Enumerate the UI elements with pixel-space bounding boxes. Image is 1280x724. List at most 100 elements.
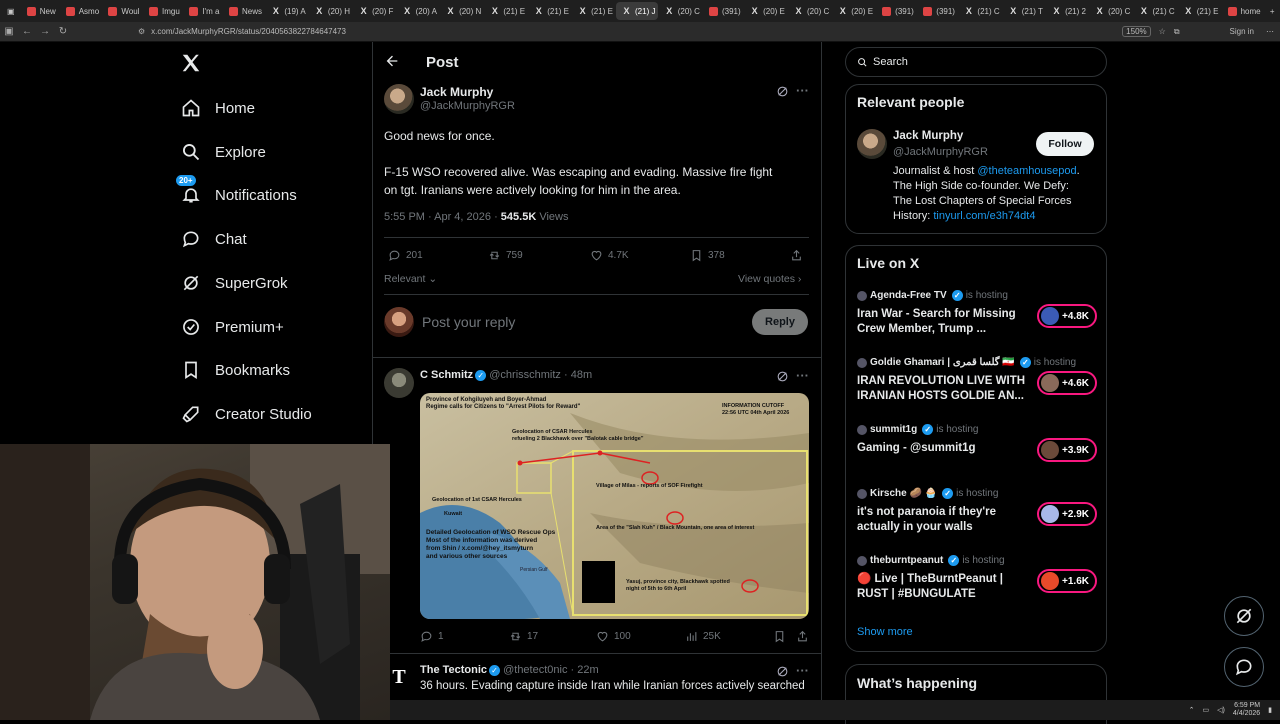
live-item[interactable]: Goldie Ghamari | گلسا قمری 🇮🇷 ✓ is hosting… bbox=[857, 357, 1097, 404]
nav-item-home[interactable]: Home bbox=[180, 92, 255, 124]
nav-item-notifications[interactable]: 20+ Notifications bbox=[176, 175, 297, 211]
like-action[interactable]: 4.7K bbox=[590, 249, 629, 262]
browser-tab[interactable]: home bbox=[1222, 2, 1263, 20]
person-handle[interactable]: @JackMurphyRGR bbox=[893, 146, 988, 158]
show-more-link[interactable]: Show more bbox=[857, 626, 913, 638]
more-options-icon[interactable]: ··· bbox=[796, 83, 809, 98]
back-arrow-icon[interactable] bbox=[384, 53, 400, 74]
nav-item-chat[interactable]: Chat bbox=[180, 223, 247, 255]
bio-url-link[interactable]: tinyurl.com/e3h74dt4 bbox=[933, 210, 1035, 222]
share-action[interactable] bbox=[790, 249, 803, 262]
follow-button[interactable]: Follow bbox=[1036, 132, 1094, 156]
site-info-icon[interactable]: ⚙ bbox=[138, 27, 145, 36]
reply-author-handle[interactable]: @thetect0nic bbox=[503, 664, 567, 676]
browser-tab[interactable]: X (21) E bbox=[1178, 2, 1221, 20]
tab-actions-icon[interactable]: ▣ bbox=[1, 2, 20, 20]
browser-tab[interactable]: X (20) C bbox=[659, 2, 702, 20]
post-timestamp[interactable]: 5:55 PM · Apr 4, 2026 · bbox=[384, 211, 501, 223]
grok-icon[interactable] bbox=[776, 370, 789, 388]
live-item[interactable]: summit1g ✓ is hosting Gaming - @summit1g +3.… bbox=[857, 424, 1097, 462]
author-handle[interactable]: @JackMurphyRGR bbox=[420, 100, 515, 112]
browser-tab[interactable]: X (20) C bbox=[788, 2, 831, 20]
author-avatar[interactable] bbox=[384, 84, 414, 114]
url-field[interactable]: x.com/JackMurphyRGR/status/2040563822784… bbox=[151, 27, 346, 36]
browser-tab[interactable]: X (20) C bbox=[1089, 2, 1132, 20]
reply-action[interactable]: 1 bbox=[420, 630, 444, 643]
reply-map-image[interactable]: Province of Kohgiluyeh and Boyer-Ahmad R… bbox=[420, 393, 809, 619]
reload-icon[interactable]: ↻ bbox=[54, 26, 72, 37]
browser-tab[interactable]: X (20) E bbox=[832, 2, 875, 20]
browser-tab[interactable]: X (21) E bbox=[484, 2, 527, 20]
browser-tab[interactable]: X (20) A bbox=[397, 2, 439, 20]
nav-item-creator-studio[interactable]: Creator Studio bbox=[180, 398, 312, 430]
repost-action[interactable]: 759 bbox=[488, 249, 523, 262]
reply-input[interactable]: Post your reply bbox=[422, 314, 515, 330]
notification-icon[interactable]: ▮ bbox=[1268, 706, 1272, 714]
search-input[interactable]: Search bbox=[845, 47, 1107, 77]
live-listener-badge[interactable]: +4.6K bbox=[1037, 371, 1097, 395]
x-logo-icon[interactable] bbox=[180, 52, 204, 76]
favorite-star-icon[interactable]: ☆ bbox=[1159, 27, 1166, 36]
clock[interactable]: 6:59 PM 4/4/2026 bbox=[1233, 702, 1260, 718]
reply-time[interactable]: · 22m bbox=[571, 664, 599, 676]
sort-dropdown[interactable]: Relevant ⌄ bbox=[384, 273, 437, 285]
user-avatar[interactable] bbox=[384, 307, 414, 337]
person-avatar[interactable] bbox=[857, 129, 887, 159]
browser-tab[interactable]: X (20) H bbox=[309, 2, 352, 20]
more-options-icon[interactable]: ··· bbox=[796, 368, 809, 383]
reply-time[interactable]: · 48m bbox=[564, 369, 592, 381]
browser-tab[interactable]: News bbox=[223, 2, 264, 20]
browser-tab[interactable]: Asmo bbox=[60, 2, 102, 20]
reply-avatar[interactable]: T bbox=[388, 666, 410, 688]
grok-icon[interactable] bbox=[776, 85, 789, 103]
browser-tab[interactable]: Imgu bbox=[143, 2, 182, 20]
bookmark-action[interactable]: 378 bbox=[690, 249, 725, 262]
extensions-icon[interactable]: ⋯ bbox=[1266, 27, 1274, 36]
browser-tab[interactable]: X (20) N bbox=[440, 2, 483, 20]
chevron-up-icon[interactable]: ⌃ bbox=[1189, 706, 1195, 714]
browser-tab[interactable]: X (21) E bbox=[528, 2, 571, 20]
live-listener-badge[interactable]: +4.8K bbox=[1037, 304, 1097, 328]
chat-floating-button[interactable] bbox=[1224, 647, 1264, 687]
bookmark-action[interactable] bbox=[773, 630, 786, 643]
zoom-level[interactable]: 150% bbox=[1122, 26, 1151, 37]
nav-item-supergrok[interactable]: SuperGrok bbox=[180, 267, 288, 299]
browser-tab[interactable]: X (21) T bbox=[1003, 2, 1045, 20]
views-action[interactable]: 25K bbox=[685, 630, 721, 643]
browser-tab[interactable]: Woul bbox=[102, 2, 142, 20]
bio-mention-link[interactable]: @theteamhousepod bbox=[977, 165, 1076, 177]
author-name[interactable]: Jack Murphy bbox=[420, 85, 493, 99]
collections-icon[interactable]: ⧉ bbox=[1174, 27, 1180, 37]
live-item[interactable]: theburntpeanut ✓ is hosting 🔴 Live | TheBur… bbox=[857, 555, 1097, 602]
browser-tab[interactable]: X (21) C bbox=[958, 2, 1001, 20]
browser-tab[interactable]: X (20) E bbox=[744, 2, 787, 20]
browser-tab[interactable]: X (21) 2 bbox=[1046, 2, 1088, 20]
browser-tab[interactable]: X (19) A bbox=[265, 2, 307, 20]
browser-tab[interactable]: I'm a bbox=[183, 2, 222, 20]
more-options-icon[interactable]: ··· bbox=[796, 663, 809, 678]
live-listener-badge[interactable]: +1.6K bbox=[1037, 569, 1097, 593]
sign-in-button[interactable]: Sign in bbox=[1230, 27, 1254, 36]
browser-tab[interactable]: (391) bbox=[876, 2, 916, 20]
reply-author-handle[interactable]: @chrisschmitz bbox=[489, 369, 561, 381]
nav-item-explore[interactable]: Explore bbox=[180, 136, 266, 168]
reply-author-name[interactable]: The Tectonic bbox=[420, 664, 487, 676]
repost-action[interactable]: 17 bbox=[509, 630, 538, 643]
browser-tab[interactable]: New bbox=[21, 2, 59, 20]
nav-item-premium[interactable]: Premium+ bbox=[180, 311, 284, 343]
view-quotes-link[interactable]: View quotes › bbox=[738, 273, 801, 285]
browser-tab[interactable]: X (20) F bbox=[353, 2, 395, 20]
grok-floating-button[interactable] bbox=[1224, 596, 1264, 636]
back-icon[interactable]: ← bbox=[18, 26, 36, 37]
person-name[interactable]: Jack Murphy bbox=[893, 130, 963, 142]
reply-author-name[interactable]: C Schmitz bbox=[420, 369, 473, 381]
live-item[interactable]: Kirsche 🥔 🧁 ✓ is hosting it's not paranoia … bbox=[857, 488, 1097, 535]
volume-icon[interactable]: ◁) bbox=[1217, 706, 1225, 714]
browser-tab[interactable]: X (21) C bbox=[1133, 2, 1176, 20]
browser-tab[interactable]: (391) bbox=[703, 2, 743, 20]
forward-icon[interactable]: → bbox=[36, 26, 54, 37]
nav-item-bookmarks[interactable]: Bookmarks bbox=[180, 354, 290, 386]
live-listener-badge[interactable]: +2.9K bbox=[1037, 502, 1097, 526]
browser-tab[interactable]: X (21) J bbox=[616, 2, 658, 20]
reply-button[interactable]: Reply bbox=[752, 309, 808, 335]
